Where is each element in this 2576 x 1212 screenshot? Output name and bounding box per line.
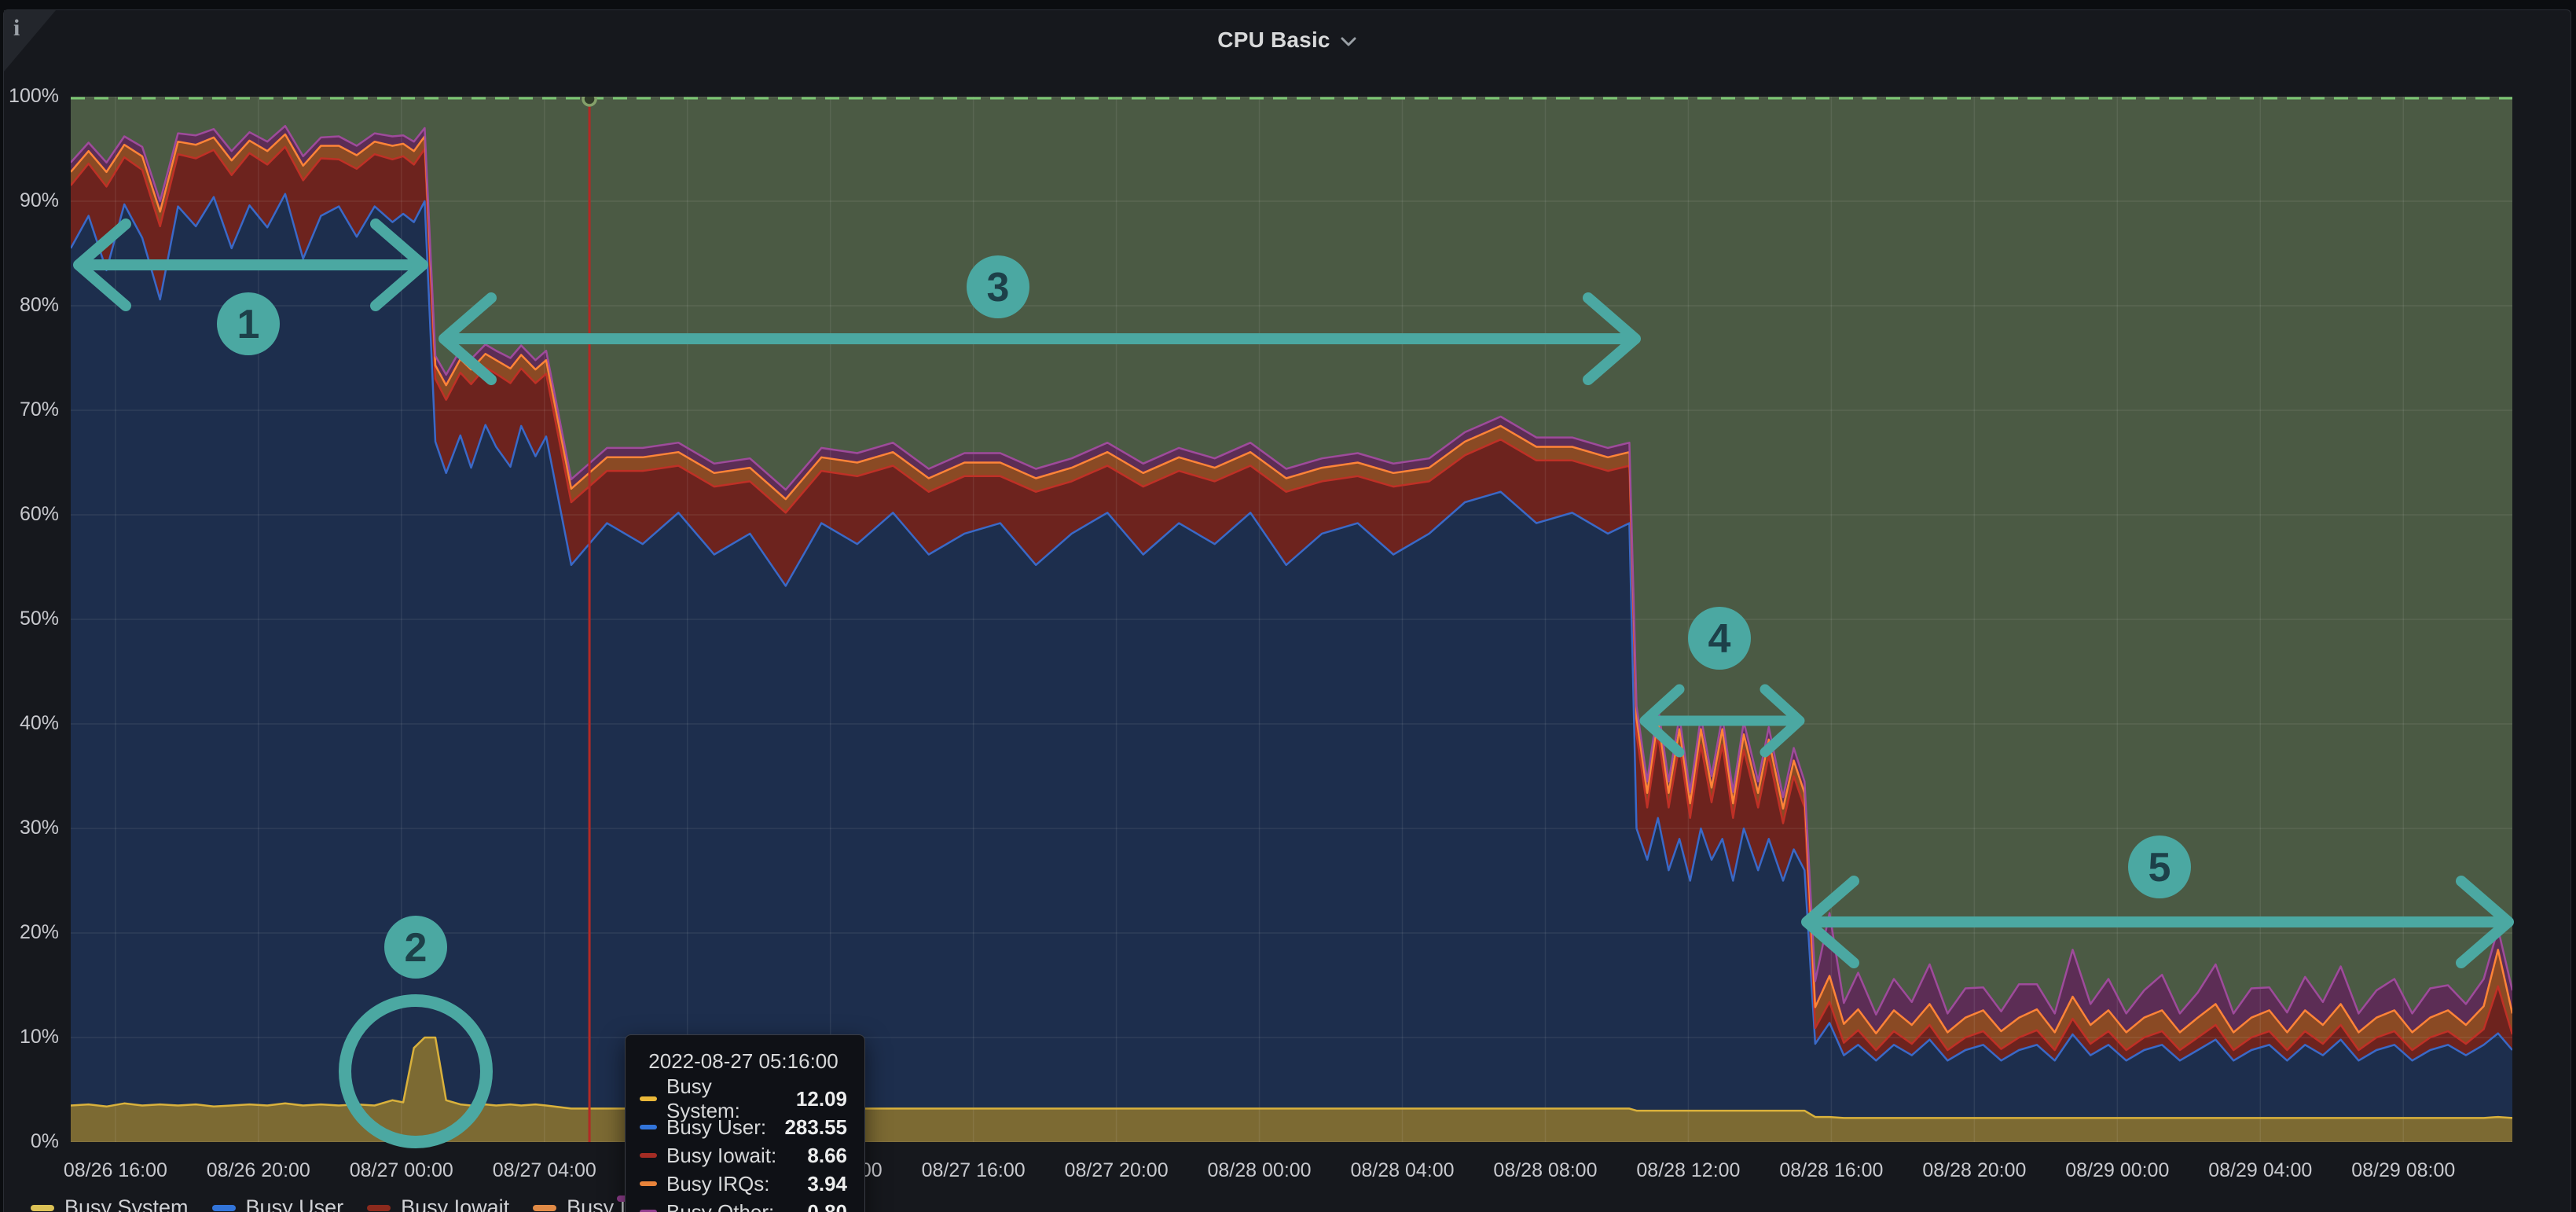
cpu-basic-panel: CPU Basic i 0%10%20%30%40%50%60%70%80%90…: [3, 9, 2571, 1212]
tooltip-label: Busy Other:: [666, 1200, 798, 1212]
tooltip-label: Busy Iowait:: [666, 1144, 798, 1168]
annotation-badge-number: 3: [987, 265, 1010, 310]
annotation-badge-number: 1: [237, 302, 260, 347]
tooltip-timestamp: 2022-08-27 05:16:00: [640, 1049, 847, 1074]
grafana-page: CPU Basic i 0%10%20%30%40%50%60%70%80%90…: [0, 0, 2576, 1212]
tooltip-row: Busy Other: 0.80: [640, 1198, 847, 1212]
annotation-badge-number: 2: [405, 925, 427, 971]
tooltip-row: Busy Iowait: 8.66: [640, 1141, 847, 1170]
tooltip-label: Busy IRQs:: [666, 1172, 798, 1196]
annotation-badge-number: 5: [2149, 845, 2171, 891]
tooltip-value: 283.55: [784, 1115, 847, 1140]
tooltip-rows: Busy System:12.09Busy User:283.55Busy Io…: [640, 1085, 847, 1212]
tooltip-row: Busy User: 283.55: [640, 1113, 847, 1141]
chart-tooltip: 2022-08-27 05:16:00 Busy System:12.09Bus…: [625, 1034, 865, 1212]
tooltip-label: Busy User:: [666, 1115, 775, 1140]
tooltip-value: 8.66: [807, 1144, 847, 1168]
tooltip-swatch: [640, 1181, 657, 1186]
annotation-badge-number: 4: [1708, 616, 1731, 662]
tooltip-swatch: [640, 1125, 657, 1129]
annotation-overlay: 1 2 3 4 5: [4, 10, 2576, 1212]
tooltip-row: Busy IRQs: 3.94: [640, 1170, 847, 1198]
tooltip-value: 0.80: [807, 1200, 847, 1212]
tooltip-value: 3.94: [807, 1172, 847, 1196]
tooltip-swatch: [640, 1096, 657, 1101]
tooltip-row: Busy System:12.09: [640, 1085, 847, 1113]
annotation-circle-highlight: [345, 1001, 486, 1142]
tooltip-swatch: [640, 1153, 657, 1158]
tooltip-value: 12.09: [796, 1087, 847, 1111]
